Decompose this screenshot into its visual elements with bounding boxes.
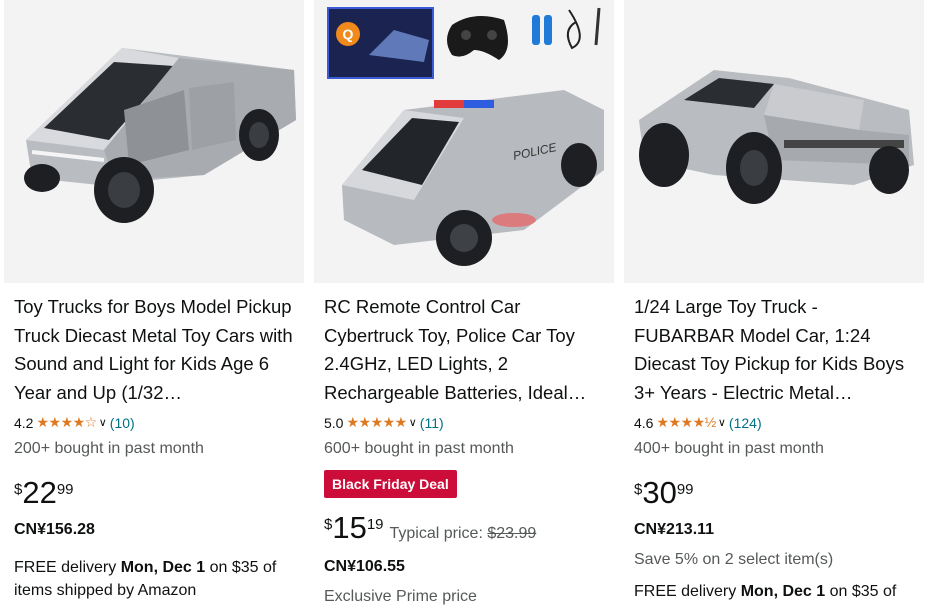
product-card-3[interactable]: 1/24 Large Toy Truck - FUBARBAR Model Ca… xyxy=(624,0,924,606)
price-whole: 30 xyxy=(642,475,677,510)
product-title-2[interactable]: RC Remote Control Car Cybertruck Toy, Po… xyxy=(324,293,609,407)
price-fraction: 19 xyxy=(366,516,384,533)
star-rating-icon[interactable]: ★★★★☆ xyxy=(36,414,97,431)
deal-badge: Black Friday Deal xyxy=(324,470,457,498)
rating-row-2: 5.0 ★★★★★ ∨ (11) xyxy=(324,414,444,431)
product-image-2[interactable]: Q POLICE xyxy=(314,0,614,283)
box-logo-letter: Q xyxy=(343,26,354,42)
chevron-down-icon[interactable]: ∨ xyxy=(409,416,417,429)
price-whole: 15 xyxy=(332,510,367,545)
cny-price: CN¥156.28 xyxy=(14,521,95,538)
price-symbol: $ xyxy=(324,516,333,533)
delivery-prefix: FREE delivery xyxy=(14,559,121,576)
bought-count: 400+ bought in past month xyxy=(634,440,824,457)
exclusive-prime-price: Exclusive Prime price xyxy=(324,588,477,605)
review-count-link[interactable]: (11) xyxy=(420,415,444,431)
large-toy-truck-image xyxy=(624,0,924,283)
rating-row-1: 4.2 ★★★★☆ ∨ (10) xyxy=(14,414,135,431)
product-title-1[interactable]: Toy Trucks for Boys Model Pickup Truck D… xyxy=(14,293,299,407)
price[interactable]: $ 15 19 Typical price: $23.99 xyxy=(324,511,536,545)
product-title-3[interactable]: 1/24 Large Toy Truck - FUBARBAR Model Ca… xyxy=(634,293,919,407)
cybertruck-toy-image xyxy=(4,0,304,283)
delivery-suffix: on $35 of xyxy=(825,583,897,600)
star-rating-icon[interactable]: ★★★★★ xyxy=(346,414,407,431)
delivery-date: Mon, Dec 1 xyxy=(120,559,206,576)
rating-value: 5.0 xyxy=(324,414,344,431)
price[interactable]: $ 22 99 xyxy=(14,476,74,510)
price-whole: 22 xyxy=(22,475,57,510)
delivery-prefix: FREE delivery xyxy=(634,583,741,600)
price-fraction: 99 xyxy=(56,481,74,498)
star-rating-icon[interactable]: ★★★★½ xyxy=(656,414,716,431)
delivery-date: Mon, Dec 1 xyxy=(740,583,826,600)
product-image-1[interactable] xyxy=(4,0,304,283)
price[interactable]: $ 30 99 xyxy=(634,476,694,510)
review-count-link[interactable]: (10) xyxy=(110,415,135,431)
delivery-info: FREE delivery Mon, Dec 1 on $35 of xyxy=(634,580,919,603)
police-cybertruck-rc-image: Q POLICE xyxy=(314,0,614,283)
price-fraction: 99 xyxy=(676,481,694,498)
rating-row-3: 4.6 ★★★★½ ∨ (124) xyxy=(634,414,762,431)
rating-value: 4.6 xyxy=(634,414,654,431)
cny-price: CN¥106.55 xyxy=(324,558,405,575)
rating-value: 4.2 xyxy=(14,414,34,431)
delivery-info: FREE delivery Mon, Dec 1 on $35 of items… xyxy=(14,556,299,602)
cny-price: CN¥213.11 xyxy=(634,521,715,538)
typical-price-label: Typical price: xyxy=(389,525,488,542)
typical-price: Typical price: $23.99 xyxy=(390,525,537,543)
chevron-down-icon[interactable]: ∨ xyxy=(99,416,107,429)
product-image-3[interactable] xyxy=(624,0,924,283)
price-symbol: $ xyxy=(634,481,643,498)
price-symbol: $ xyxy=(14,481,23,498)
bought-count: 600+ bought in past month xyxy=(324,440,514,457)
bought-count: 200+ bought in past month xyxy=(14,440,204,457)
product-card-2[interactable]: Q POLICE RC Remote Control Car Cybertruc… xyxy=(314,0,614,606)
review-count-link[interactable]: (124) xyxy=(729,415,762,431)
product-card-1[interactable]: Toy Trucks for Boys Model Pickup Truck D… xyxy=(4,0,304,606)
typical-price-value: $23.99 xyxy=(487,525,537,542)
save-offer-link[interactable]: Save 5% on 2 select item(s) xyxy=(634,551,833,569)
chevron-down-icon[interactable]: ∨ xyxy=(718,416,726,429)
